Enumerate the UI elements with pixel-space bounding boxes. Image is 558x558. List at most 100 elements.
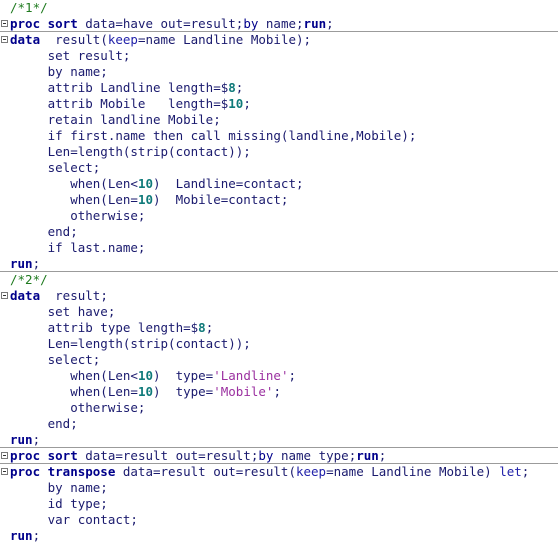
code-line[interactable]: by name; [0, 64, 558, 80]
code-token-string: 'Mobile' [213, 384, 274, 399]
code-token-option: keep [107, 32, 138, 47]
code-token-plain: set have; [10, 304, 116, 319]
code-token-plain: when(Len< [10, 176, 138, 191]
code-token-plain: ; [235, 80, 244, 95]
code-line[interactable]: if last.name; [0, 240, 558, 256]
code-line[interactable]: run; [0, 432, 558, 448]
code-line[interactable]: Len=length(strip(contact)); [0, 144, 558, 160]
code-token-keyword: run [10, 432, 33, 447]
code-line[interactable]: data result; [0, 288, 558, 304]
code-line[interactable]: otherwise; [0, 208, 558, 224]
code-line[interactable]: when(Len=10) Mobile=contact; [0, 192, 558, 208]
code-token-plain: data=result out=result [77, 448, 251, 463]
code-token-plain: ; [243, 96, 251, 111]
code-line[interactable]: run; [0, 528, 558, 544]
code-token-plain: var contact; [10, 512, 138, 527]
code-token-number: 10 [137, 176, 153, 191]
code-line[interactable]: var contact; [0, 512, 558, 528]
code-line[interactable]: data result(keep=name Landline Mobile); [0, 32, 558, 48]
code-token-plain: result; [40, 288, 108, 303]
code-token-plain: ) type= [153, 384, 214, 399]
code-token-plain: when(Len< [10, 368, 138, 383]
code-token-plain: name type [273, 448, 349, 463]
code-token-keyword: data [10, 32, 41, 47]
code-line[interactable]: /*2*/ [0, 272, 558, 288]
code-token-plain: by name; [10, 64, 108, 79]
code-line[interactable]: proc sort data=result out=result; by name… [0, 448, 558, 464]
collapse-minus-box-icon[interactable] [1, 20, 8, 27]
code-line[interactable]: retain landline Mobile; [0, 112, 558, 128]
code-line[interactable]: set result; [0, 48, 558, 64]
code-line[interactable]: select; [0, 352, 558, 368]
code-token-stmt: by [243, 16, 259, 31]
code-token-plain: by name; [10, 480, 108, 495]
code-token-plain: attrib type length=$ [10, 320, 199, 335]
code-token-keyword: run [10, 528, 33, 543]
code-token-plain: select; [10, 160, 101, 175]
code-token-plain: ; [205, 320, 214, 335]
code-token-number: 10 [137, 368, 153, 383]
code-line[interactable]: set have; [0, 304, 558, 320]
code-line[interactable]: otherwise; [0, 400, 558, 416]
code-line[interactable]: end; [0, 416, 558, 432]
code-editor-surface[interactable]: /*1*/proc sort data=have out=result;by n… [0, 0, 558, 558]
code-token-plain: when(Len= [10, 192, 138, 207]
code-token-punct: ; [326, 16, 334, 31]
code-token-plain: Len=length(strip(contact)); [10, 336, 251, 351]
code-token-plain: ) type= [153, 368, 214, 383]
code-token-plain: =name Landline Mobile); [137, 32, 312, 47]
code-token-punct: ; [32, 528, 41, 543]
code-line[interactable]: select; [0, 160, 558, 176]
code-token-plain: ) Landline=contact; [153, 176, 304, 191]
code-line[interactable]: proc transpose data=result out=result(ke… [0, 464, 558, 480]
code-token-plain: id type; [10, 496, 108, 511]
code-line[interactable]: when(Len=10) type='Mobile'; [0, 384, 558, 400]
code-token-plain: if last.name; [10, 240, 146, 255]
code-token-number: 8 [228, 80, 236, 95]
code-token-plain: data=have out=result [77, 16, 236, 31]
code-token-keyword: data [10, 288, 41, 303]
code-token-plain: ; [521, 464, 530, 479]
code-token-plain: ; [288, 368, 297, 383]
code-token-keyword: proc sort [10, 448, 78, 463]
code-line[interactable]: attrib Landline length=$8; [0, 80, 558, 96]
collapse-minus-box-icon[interactable] [1, 292, 8, 299]
collapse-minus-box-icon[interactable] [1, 36, 8, 43]
code-line[interactable]: Len=length(strip(contact)); [0, 336, 558, 352]
code-line[interactable]: id type; [0, 496, 558, 512]
code-token-number: 10 [228, 96, 244, 111]
code-token-keyword: proc transpose [10, 464, 116, 479]
code-token-plain: ; [273, 384, 281, 399]
code-token-plain: Len=length(strip(contact)); [10, 144, 251, 159]
collapse-minus-box-icon[interactable] [1, 452, 8, 459]
code-line[interactable]: proc sort data=have out=result; by name;r… [0, 16, 558, 32]
code-line[interactable]: /*1*/ [0, 0, 558, 16]
code-token-plain: attrib Landline length=$ [10, 80, 229, 95]
code-token-plain: otherwise; [10, 208, 146, 223]
code-token-plain: set result; [10, 48, 131, 63]
code-token-punct: ; [296, 16, 304, 31]
code-token-plain: retain landline Mobile; [10, 112, 221, 127]
code-line[interactable]: by name; [0, 480, 558, 496]
code-line[interactable]: attrib Mobile length=$10; [0, 96, 558, 112]
code-line[interactable]: if first.name then call missing(landline… [0, 128, 558, 144]
code-token-plain: ) Mobile=contact; [153, 192, 289, 207]
code-token-punct: ; [378, 448, 387, 463]
code-token-number: 8 [198, 320, 206, 335]
code-line[interactable]: run; [0, 256, 558, 272]
code-token-number: 10 [137, 192, 153, 207]
code-line[interactable]: end; [0, 224, 558, 240]
code-token-comment: /*2*/ [10, 272, 48, 287]
code-token-number: 10 [137, 384, 153, 399]
code-token-keyword: proc sort [10, 16, 78, 31]
code-token-plain: otherwise; [10, 400, 146, 415]
code-line[interactable]: when(Len<10) Landline=contact; [0, 176, 558, 192]
code-token-plain: end; [10, 416, 78, 431]
collapse-minus-box-icon[interactable] [1, 468, 8, 475]
code-token-plain: if first.name then call missing(landline… [10, 128, 417, 143]
code-line[interactable]: when(Len<10) type='Landline'; [0, 368, 558, 384]
code-token-plain: select; [10, 352, 101, 367]
code-token-string: 'Landline' [213, 368, 289, 383]
code-token-keyword: run [356, 448, 379, 463]
code-line[interactable]: attrib type length=$8; [0, 320, 558, 336]
